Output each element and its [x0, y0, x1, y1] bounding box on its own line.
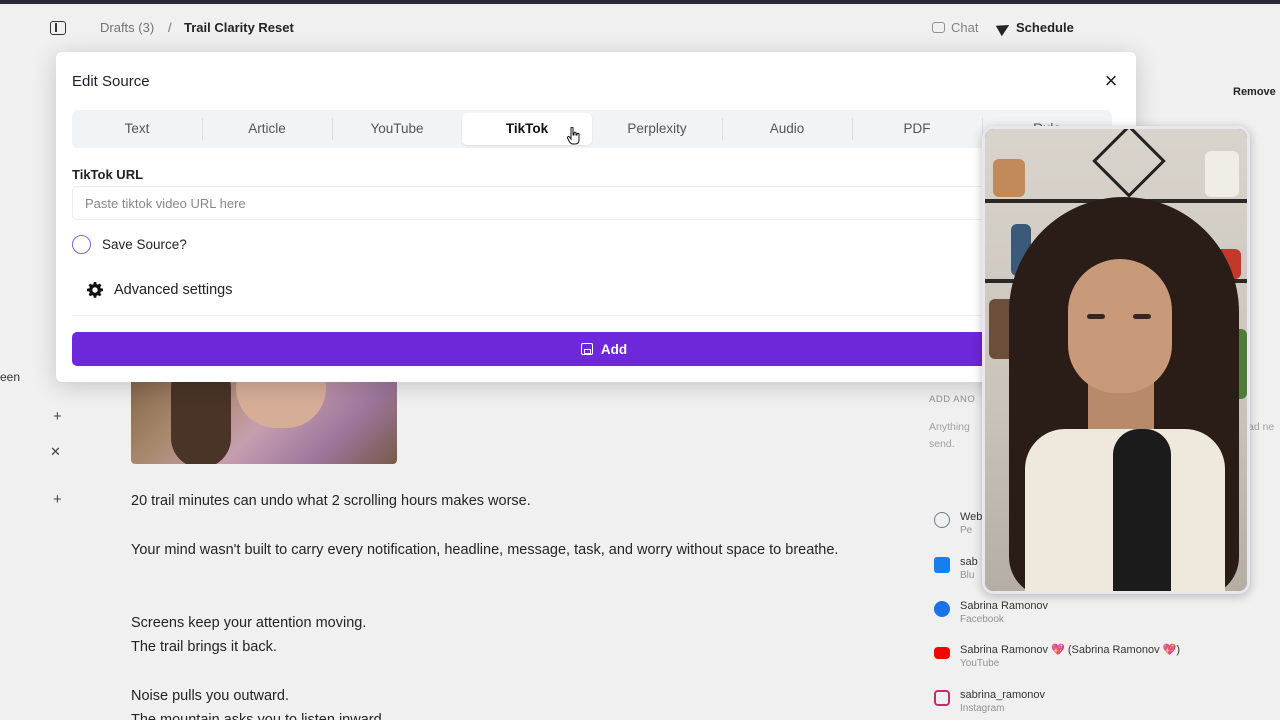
save-source-label: Save Source? [102, 237, 187, 252]
tiktok-url-label: TikTok URL [72, 167, 144, 182]
add-button-label: Add [600, 341, 628, 357]
hand-cursor-icon [567, 127, 580, 145]
save-source-checkbox[interactable] [72, 235, 91, 254]
tiktok-url-input[interactable] [72, 186, 1112, 220]
save-source-row[interactable]: Save Source? [72, 235, 187, 254]
tab-perplexity[interactable]: Perplexity [592, 110, 722, 148]
gear-icon [87, 282, 103, 298]
advanced-settings-toggle[interactable]: Advanced settings [87, 282, 233, 298]
source-type-tabs: Text Article YouTube TikTok Perplexity A… [72, 110, 1112, 148]
tab-article[interactable]: Article [202, 110, 332, 148]
tab-youtube[interactable]: YouTube [332, 110, 462, 148]
advanced-settings-label: Advanced settings [114, 282, 233, 298]
tab-pdf[interactable]: PDF [852, 110, 982, 148]
tab-text[interactable]: Text [72, 110, 202, 148]
save-icon [580, 343, 593, 355]
close-icon: × [1104, 68, 1118, 93]
edit-source-modal: Edit Source × Text Article YouTube TikTo… [56, 52, 1136, 382]
webcam-video [982, 126, 1250, 594]
tab-audio[interactable]: Audio [722, 110, 852, 148]
divider [72, 315, 1112, 316]
close-button[interactable]: × [1101, 70, 1121, 92]
add-button[interactable]: Add [72, 332, 1136, 366]
modal-title: Edit Source [72, 73, 150, 90]
